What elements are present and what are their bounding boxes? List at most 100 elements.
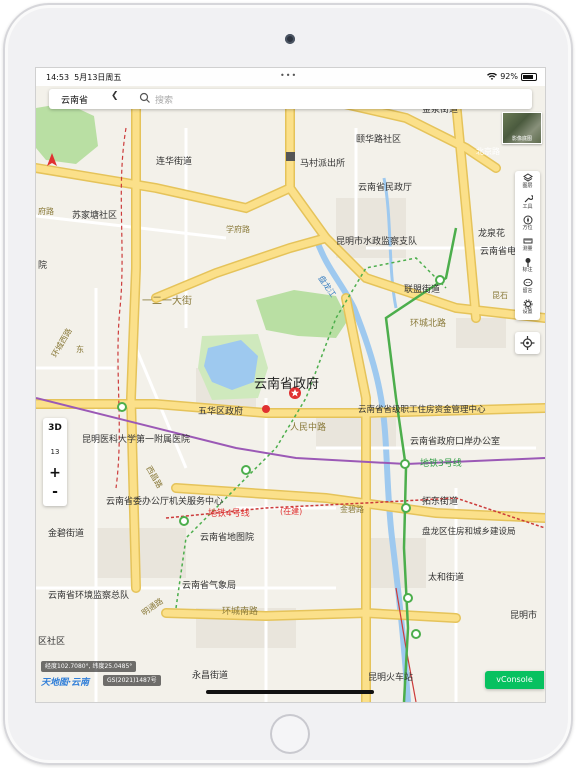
tool-panel: 图层 工具 方位 测量 标注 留言 设置 bbox=[515, 171, 540, 320]
gear-icon bbox=[523, 299, 532, 309]
map-label: 云南省民政厅 bbox=[358, 181, 412, 193]
police-station-icon bbox=[286, 152, 295, 161]
map-label: 人民中路 bbox=[290, 421, 326, 433]
app-screen: 金泉街道 颐华路社区 北京路 连华街道 马村派出所 云南省民政厅 学府路 苏家塘… bbox=[36, 68, 545, 702]
tablet-frame: 金泉街道 颐华路社区 北京路 连华街道 马村派出所 云南省民政厅 学府路 苏家塘… bbox=[3, 3, 573, 765]
map-label: 云南省省级职工住房资金管理中心 bbox=[358, 404, 486, 415]
compass-icon[interactable] bbox=[46, 153, 58, 167]
tool-settings[interactable]: 设置 bbox=[515, 298, 540, 319]
home-button[interactable] bbox=[270, 714, 310, 754]
map-label: 昆明医科大学第一附属医院 bbox=[82, 433, 190, 445]
map-label: 环城北路 bbox=[410, 317, 446, 329]
wrench-icon bbox=[524, 194, 533, 203]
map-label: 东 bbox=[76, 344, 84, 354]
map-review-number: GS(2021)1487号 bbox=[103, 675, 161, 686]
tool-marker[interactable]: 标注 bbox=[515, 256, 540, 277]
search-bar[interactable]: 云南省 ❮ 搜索 bbox=[49, 89, 532, 109]
tool-label: 标注 bbox=[522, 267, 533, 273]
coordinate-readout: 经度102.7080°, 纬度25.0485° bbox=[41, 661, 137, 672]
map-label: 昆明火车站 bbox=[368, 671, 413, 683]
search-icon bbox=[139, 92, 150, 103]
tool-label: 工具 bbox=[522, 204, 533, 210]
map-label: 五华区政府 bbox=[198, 405, 243, 417]
station-marker bbox=[179, 516, 189, 526]
map-label: 昆石 bbox=[492, 291, 508, 300]
map-label: 学府路 bbox=[226, 224, 250, 234]
3d-toggle-button[interactable]: 3D bbox=[43, 420, 67, 436]
battery-icon bbox=[521, 72, 537, 81]
map-label: 拓东街道 bbox=[422, 495, 458, 507]
imagery-basemap-button[interactable]: 影像底图 bbox=[502, 112, 542, 144]
tool-label: 测量 bbox=[522, 246, 533, 252]
status-indicators: 92% bbox=[487, 72, 537, 81]
map-label: 永昌街道 bbox=[192, 669, 228, 681]
zoom-out-button[interactable]: - bbox=[43, 484, 67, 502]
tool-label: 方位 bbox=[522, 225, 533, 231]
crosshair-icon bbox=[520, 336, 535, 350]
map-label: 联盟街道 bbox=[404, 283, 440, 295]
tool-direction[interactable]: 方位 bbox=[515, 214, 540, 235]
station-marker bbox=[401, 503, 411, 513]
map-canvas[interactable]: 金泉街道 颐华路社区 北京路 连华街道 马村派出所 云南省民政厅 学府路 苏家塘… bbox=[36, 68, 545, 702]
station-marker bbox=[403, 593, 413, 603]
tool-measure[interactable]: 测量 bbox=[515, 235, 540, 256]
map-label: 府路 bbox=[38, 206, 54, 216]
battery-percent: 92% bbox=[500, 72, 518, 81]
map-label: 区社区 bbox=[38, 635, 65, 647]
map-label: 昆明市 bbox=[510, 609, 537, 621]
zoom-level: 13 bbox=[50, 448, 60, 456]
map-label: 地铁4号线 bbox=[208, 507, 250, 519]
map-label: 云南省政府口岸办公室 bbox=[410, 435, 500, 447]
map-label: 云南省气象局 bbox=[182, 579, 236, 591]
map-label: 云南省环境监察总队 bbox=[48, 589, 129, 601]
block bbox=[96, 528, 186, 578]
station-marker bbox=[411, 629, 421, 639]
tianditu-logo: 天地图·云南 bbox=[41, 678, 90, 688]
layers-icon bbox=[522, 173, 533, 182]
map-label: 昆明市水政监察支队 bbox=[336, 235, 417, 247]
search-input[interactable]: 搜索 bbox=[155, 93, 173, 106]
wifi-icon bbox=[487, 72, 498, 80]
vconsole-button[interactable]: vConsole bbox=[485, 671, 544, 689]
home-indicator[interactable] bbox=[206, 690, 374, 694]
compass-needle-icon bbox=[523, 215, 532, 225]
map-label: 金碧街道 bbox=[48, 527, 84, 539]
chevron-down-icon[interactable]: ❮ bbox=[111, 91, 119, 101]
status-time: 14:53 5月13日周五 bbox=[46, 73, 122, 82]
station-marker bbox=[435, 275, 445, 285]
map-label: (在建) bbox=[280, 506, 302, 516]
tool-wrench[interactable]: 工具 bbox=[515, 193, 540, 214]
station-marker bbox=[117, 402, 127, 412]
poi-marker bbox=[262, 405, 270, 413]
tool-message[interactable]: 留言 bbox=[515, 277, 540, 298]
ruler-icon bbox=[523, 238, 532, 244]
map-label: 马村派出所 bbox=[300, 157, 345, 169]
front-camera bbox=[285, 34, 295, 44]
map-label: 云南省地图院 bbox=[200, 531, 254, 543]
map-label: 云南省电 bbox=[480, 245, 516, 257]
province-selector[interactable]: 云南省 bbox=[61, 93, 88, 106]
tool-label: 图层 bbox=[522, 183, 533, 189]
imagery-basemap-label: 影像底图 bbox=[511, 136, 532, 142]
multitask-dots[interactable]: ••• bbox=[280, 71, 297, 80]
map-label: 金碧路 bbox=[340, 504, 364, 514]
zoom-panel: 3D 13 + - bbox=[43, 418, 67, 506]
zoom-in-button[interactable]: + bbox=[43, 464, 67, 482]
block bbox=[456, 318, 506, 348]
map-label: 云南省政府 bbox=[254, 376, 319, 392]
locate-button[interactable] bbox=[515, 332, 540, 354]
map-label: 一二一大街 bbox=[142, 294, 192, 307]
map-label: 盘龙区住房和城乡建设局 bbox=[422, 526, 516, 537]
map-label: 云南省委办公厅机关服务中心 bbox=[106, 495, 223, 507]
map-label: 太和街道 bbox=[428, 571, 464, 583]
map-label: 院 bbox=[38, 259, 47, 271]
tool-label: 设置 bbox=[522, 309, 533, 315]
map-label: 苏家塘社区 bbox=[72, 209, 117, 221]
map-label: 颐华路社区 bbox=[356, 133, 401, 145]
tool-layers[interactable]: 图层 bbox=[515, 172, 540, 193]
map-label: 龙泉花 bbox=[478, 227, 505, 239]
message-icon bbox=[523, 278, 532, 287]
map-label: 地铁3号线 bbox=[420, 457, 462, 469]
status-bar: 14:53 5月13日周五 ••• 92% bbox=[36, 68, 545, 86]
map-label: 连华街道 bbox=[156, 155, 192, 167]
